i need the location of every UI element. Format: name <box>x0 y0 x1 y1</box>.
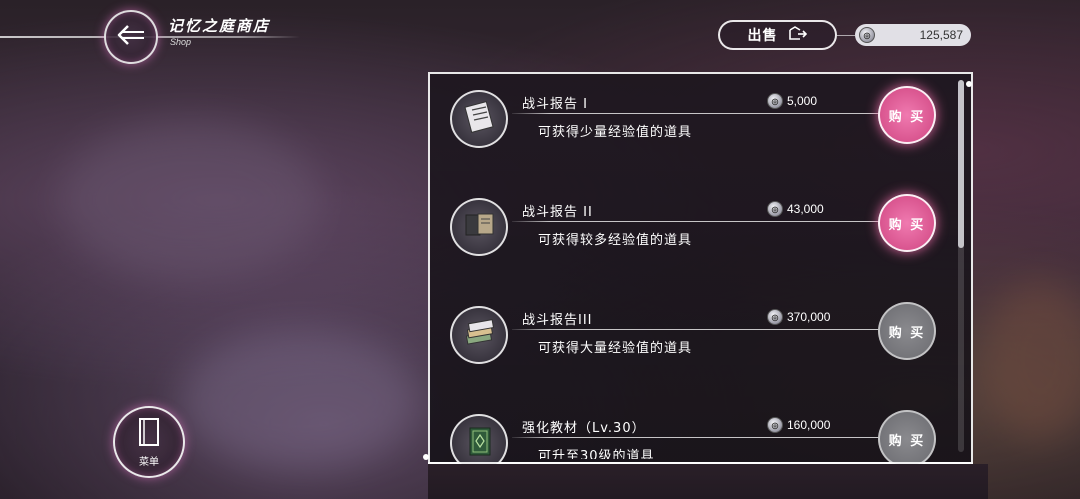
report-folder-icon <box>460 206 498 248</box>
item-price-value: 160,000 <box>787 418 831 432</box>
item-icon <box>450 198 508 256</box>
export-icon <box>788 25 808 45</box>
panel-corner-dot <box>966 81 972 87</box>
item-price: ◎ 43,000 <box>767 201 824 217</box>
item-price-value: 43,000 <box>787 202 824 216</box>
report-stack-icon <box>460 314 498 356</box>
item-description: 可获得大量经验值的道具 <box>538 341 693 356</box>
item-price: ◎ 160,000 <box>767 417 830 433</box>
scroll-thumb[interactable] <box>958 80 964 248</box>
shop-item: 战斗报告 I ◎ 5,000 可获得少量经验值的道具 购 买 <box>448 86 943 160</box>
page-title: 记忆之庭商店 <box>168 17 271 35</box>
scrollbar[interactable] <box>958 80 964 452</box>
item-price-value: 5,000 <box>787 94 818 108</box>
background-blur <box>60 120 320 280</box>
item-divider <box>512 437 890 438</box>
item-price-value: 370,000 <box>787 310 831 324</box>
menu-button[interactable]: 菜单 <box>113 406 185 478</box>
currency-display: ◎ 125,587 <box>855 24 971 46</box>
item-divider <box>512 113 890 114</box>
panel-bottom-mask <box>428 464 988 499</box>
item-description: 可升至30级的道具 <box>538 449 655 459</box>
menu-label: 菜单 <box>139 456 159 468</box>
currency-amount: 125,587 <box>919 28 963 42</box>
header-connector <box>837 35 855 36</box>
buy-button[interactable]: 购 买 <box>878 194 936 252</box>
item-description: 可获得少量经验值的道具 <box>538 125 693 140</box>
book-icon <box>135 417 163 451</box>
item-name: 战斗报告 I <box>522 97 588 112</box>
coin-icon: ◎ <box>859 27 875 43</box>
green-book-icon <box>460 422 498 464</box>
buy-button[interactable]: 购 买 <box>878 410 936 468</box>
coin-icon: ◎ <box>767 309 783 325</box>
item-divider <box>512 221 890 222</box>
item-icon <box>450 306 508 364</box>
shop-item: 战斗报告III ◎ 370,000 可获得大量经验值的道具 购 买 <box>448 302 943 376</box>
background-blur <box>180 330 420 470</box>
buy-button[interactable]: 购 买 <box>878 86 936 144</box>
coin-icon: ◎ <box>767 201 783 217</box>
item-price: ◎ 5,000 <box>767 93 817 109</box>
panel-corner-dot <box>423 454 429 460</box>
panel-bottom-border <box>428 462 973 464</box>
item-description: 可获得较多经验值的道具 <box>538 233 693 248</box>
item-name: 战斗报告III <box>522 313 593 328</box>
coin-icon: ◎ <box>767 93 783 109</box>
arrow-left-icon <box>116 24 146 50</box>
item-name: 强化教材（Lv.30） <box>522 421 646 436</box>
page-subtitle: Shop <box>170 37 192 47</box>
buy-button[interactable]: 购 买 <box>878 302 936 360</box>
item-price: ◎ 370,000 <box>767 309 830 325</box>
sell-label: 出售 <box>747 28 778 44</box>
shop-item: 战斗报告 II ◎ 43,000 可获得较多经验值的道具 购 买 <box>448 194 943 268</box>
report-paper-icon <box>460 98 498 140</box>
item-name: 战斗报告 II <box>522 205 593 220</box>
item-icon <box>450 90 508 148</box>
back-button[interactable] <box>104 10 158 64</box>
item-divider <box>512 329 890 330</box>
background-blur <box>980 280 1080 440</box>
coin-icon: ◎ <box>767 417 783 433</box>
sell-button[interactable]: 出售 <box>718 20 837 50</box>
